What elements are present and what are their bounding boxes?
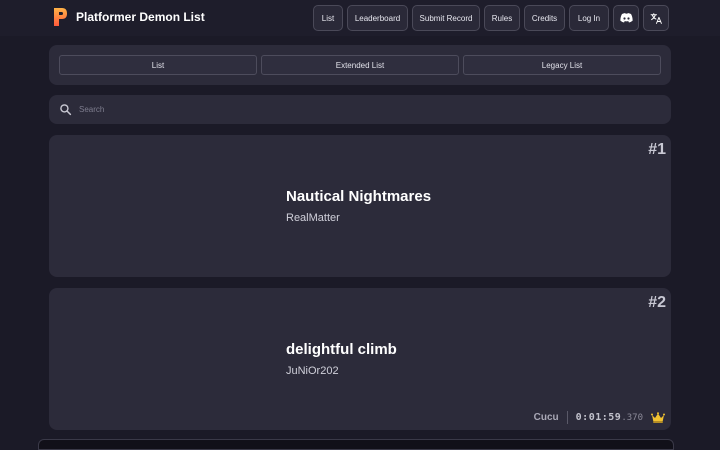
search-bar	[49, 95, 671, 124]
record-holder: Cucu 0:01:59.370	[534, 411, 665, 424]
brand-name: Platformer Demon List	[76, 10, 205, 24]
record-divider	[566, 411, 568, 424]
crown-icon	[651, 412, 665, 423]
tab-list[interactable]: List	[59, 55, 257, 75]
level-rank: #1	[648, 141, 666, 158]
search-input[interactable]	[79, 101, 659, 118]
level-title: Nautical Nightmares	[286, 188, 432, 205]
discord-button[interactable]	[613, 5, 639, 31]
next-card-edge	[38, 439, 674, 450]
nav-list-button[interactable]: List	[313, 5, 343, 31]
brand[interactable]: Platformer Demon List	[53, 7, 205, 27]
level-rank: #2	[648, 294, 666, 311]
nav-rules-button[interactable]: Rules	[484, 5, 520, 31]
record-player-name[interactable]: Cucu	[534, 412, 559, 423]
record-milliseconds: .370	[621, 413, 643, 423]
nav-login-button[interactable]: Log In	[569, 5, 609, 31]
level-title: delightful climb	[286, 341, 397, 358]
tab-legacy-list[interactable]: Legacy List	[463, 55, 661, 75]
language-button[interactable]	[643, 5, 669, 31]
tab-extended-list[interactable]: Extended List	[261, 55, 459, 75]
level-card[interactable]: #1 Nautical Nightmares RealMatter	[49, 135, 671, 277]
nav-menu: List Leaderboard Submit Record Rules Cre…	[313, 5, 669, 31]
record-time: 0:01:59	[575, 412, 622, 423]
list-tabs: List Extended List Legacy List	[49, 45, 671, 85]
translate-icon	[650, 12, 662, 24]
level-card[interactable]: #2 delightful climb JuNiOr202 Cucu 0:01:…	[49, 288, 671, 430]
search-icon	[60, 104, 72, 116]
logo-icon	[54, 8, 67, 26]
level-author: RealMatter	[286, 212, 340, 224]
discord-icon	[619, 13, 633, 23]
nav-leaderboard-button[interactable]: Leaderboard	[347, 5, 408, 31]
level-author: JuNiOr202	[286, 365, 339, 377]
nav-credits-button[interactable]: Credits	[524, 5, 565, 31]
nav-submit-record-button[interactable]: Submit Record	[412, 5, 480, 31]
top-navbar: Platformer Demon List List Leaderboard S…	[0, 0, 720, 36]
